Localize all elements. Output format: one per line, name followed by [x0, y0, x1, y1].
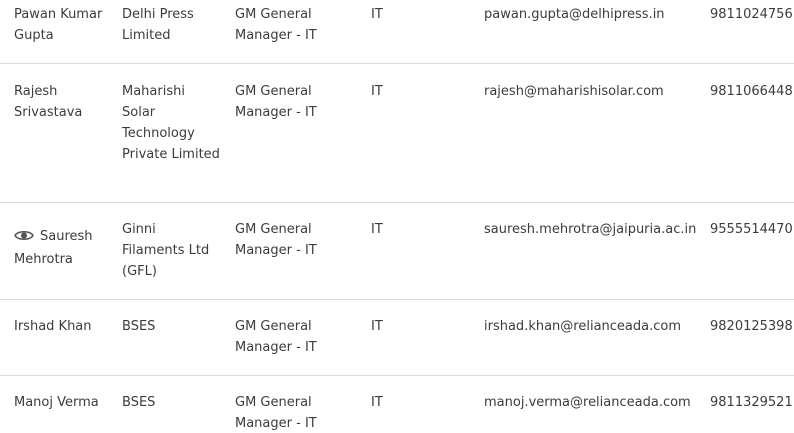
- eye-icon[interactable]: [14, 228, 34, 249]
- department: IT: [371, 319, 383, 334]
- phone: 9820125398: [710, 319, 793, 334]
- email: sauresh.mehrotra@jaipuria.ac.in: [484, 222, 697, 237]
- department: IT: [371, 84, 383, 99]
- email: irshad.khan@relianceada.com: [484, 319, 682, 334]
- table-row: Pawan Kumar Gupta Delhi Press Limited GM…: [0, 0, 794, 64]
- designation: GM General Manager - IT: [235, 7, 317, 43]
- designation: GM General Manager - IT: [235, 319, 317, 355]
- organization: Delhi Press Limited: [122, 7, 194, 43]
- designation: GM General Manager - IT: [235, 222, 317, 258]
- table-row: Irshad Khan BSES GM General Manager - IT…: [0, 300, 794, 376]
- phone: 9811329521: [710, 395, 793, 410]
- email: pawan.gupta@delhipress.in: [484, 7, 665, 22]
- email: manoj.verma@relianceada.com: [484, 395, 691, 410]
- organization: Maharishi Solar Technology Private Limit…: [122, 84, 220, 162]
- organization: Ginni Filaments Ltd (GFL): [122, 222, 210, 279]
- phone: 9555514470: [710, 222, 793, 237]
- phone: 9811066448: [710, 84, 793, 99]
- table-row: Sauresh Mehrotra Ginni Filaments Ltd (GF…: [0, 203, 794, 300]
- table-row: Rajesh Srivastava Maharishi Solar Techno…: [0, 64, 794, 203]
- contact-name-cell: Sauresh Mehrotra: [14, 226, 114, 270]
- department: IT: [371, 7, 383, 22]
- contacts-table: Pawan Kumar Gupta Delhi Press Limited GM…: [0, 0, 794, 433]
- organization: BSES: [122, 319, 156, 334]
- email: rajesh@maharishisolar.com: [484, 84, 664, 99]
- organization: BSES: [122, 395, 156, 410]
- contact-name: Manoj Verma: [14, 395, 99, 410]
- contact-name: Irshad Khan: [14, 319, 92, 334]
- contact-name: Rajesh Srivastava: [14, 84, 83, 120]
- designation: GM General Manager - IT: [235, 395, 317, 431]
- designation: GM General Manager - IT: [235, 84, 317, 120]
- contact-name: Pawan Kumar Gupta: [14, 7, 103, 43]
- phone: 9811024756: [710, 7, 793, 22]
- department: IT: [371, 395, 383, 410]
- department: IT: [371, 222, 383, 237]
- table-row: Manoj Verma BSES GM General Manager - IT…: [0, 376, 794, 433]
